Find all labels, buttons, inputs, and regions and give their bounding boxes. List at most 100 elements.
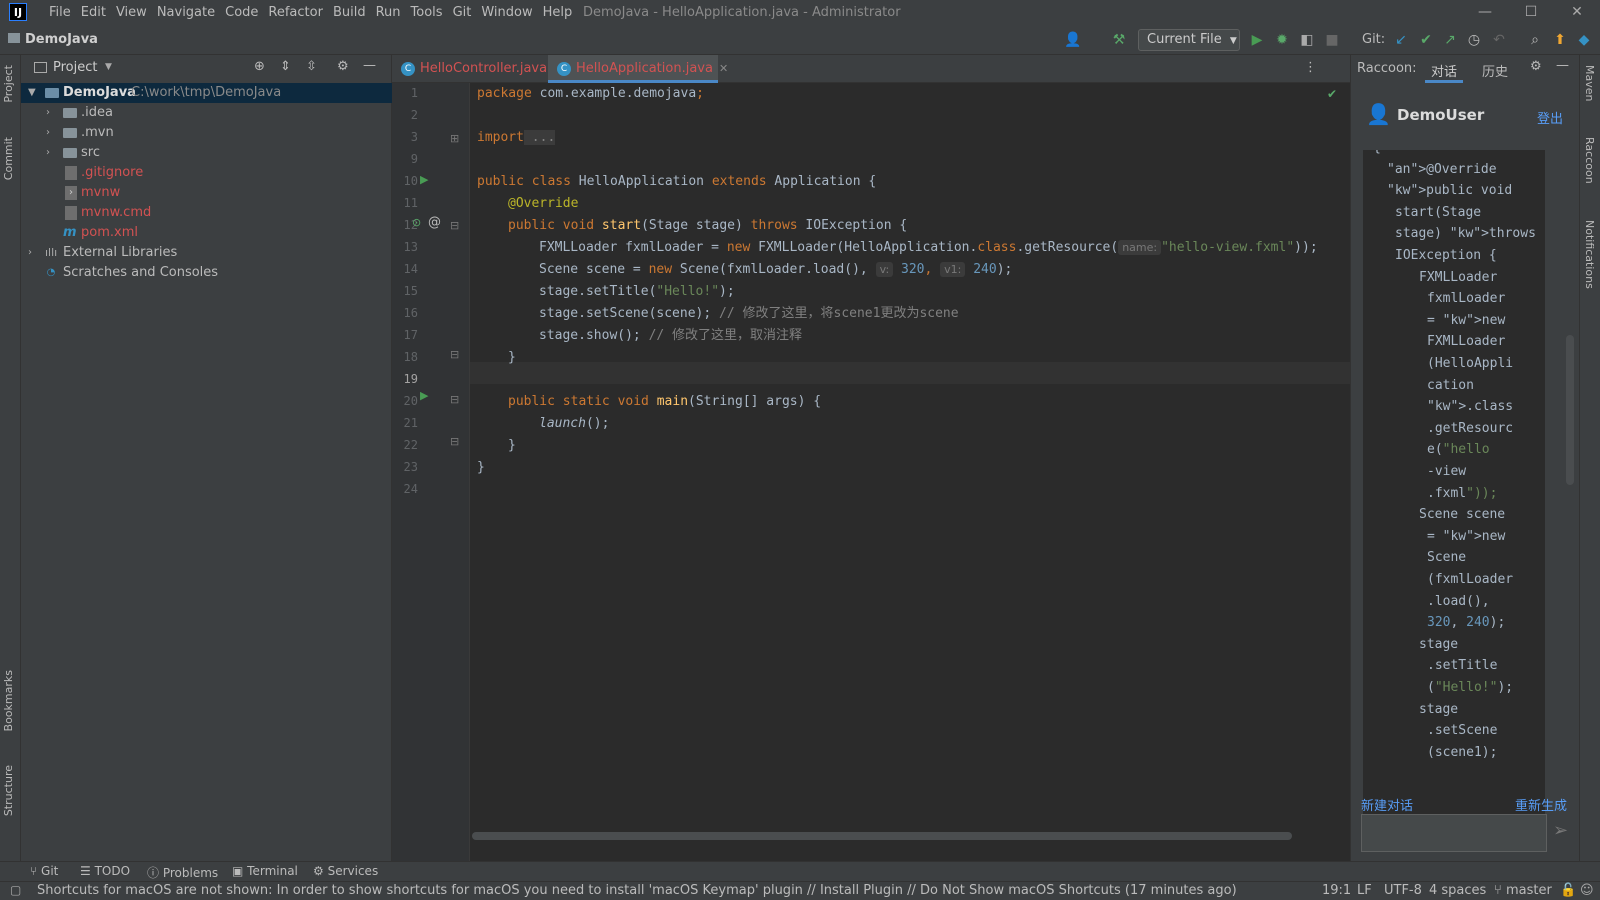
git-commit-check-icon[interactable]: ✔ <box>1417 31 1435 49</box>
status-message[interactable]: Shortcuts for macOS are not shown: In or… <box>37 883 1237 898</box>
tab-structure[interactable]: Structure <box>2 765 15 816</box>
more-tabs-icon[interactable]: ⋮ <box>1304 60 1317 75</box>
tree-item-external-libraries[interactable]: › ıllı External Libraries <box>21 243 392 263</box>
tab-notifications[interactable]: Notifications <box>1583 220 1596 289</box>
lock-icon[interactable]: 🔓 <box>1560 883 1576 898</box>
tree-item-scratches[interactable]: ◔ Scratches and Consoles <box>21 263 392 283</box>
line-separator[interactable]: LF <box>1357 883 1372 898</box>
build-hammer-icon[interactable]: ⚒ <box>1110 31 1128 49</box>
update-available-icon[interactable]: ⬆ <box>1551 31 1569 49</box>
tree-item-mvnw-cmd[interactable]: mvnw.cmd <box>21 203 392 223</box>
hide-panel-icon[interactable]: — <box>1556 58 1569 73</box>
tab-project[interactable]: Project <box>2 65 15 103</box>
menu-help[interactable]: Help <box>538 5 578 20</box>
coverage-icon[interactable]: ◧ <box>1298 31 1316 49</box>
tree-item-mvn[interactable]: › .mvn <box>21 123 392 143</box>
send-icon[interactable]: ➢ <box>1553 820 1568 841</box>
debug-bug-icon[interactable]: ✹ <box>1273 31 1291 49</box>
caret-position[interactable]: 19:1 <box>1322 883 1351 898</box>
run-icon[interactable]: ▶ <box>1248 31 1266 49</box>
fold-icon[interactable]: ⊟ <box>450 219 459 232</box>
menu-build[interactable]: Build <box>328 5 371 20</box>
override-gutter-icon[interactable]: ⊙ <box>412 216 421 229</box>
menu-refactor[interactable]: Refactor <box>263 5 328 20</box>
menu-navigate[interactable]: Navigate <box>152 5 220 20</box>
plugin-icon[interactable]: ◆ <box>1575 31 1593 49</box>
logout-link[interactable]: 登出 <box>1537 108 1563 127</box>
hide-panel-icon[interactable]: — <box>363 58 376 73</box>
chevron-down-icon[interactable]: ▼ <box>28 83 38 103</box>
menu-file[interactable]: File <box>44 5 76 20</box>
project-breadcrumb[interactable]: DemoJava <box>8 32 98 47</box>
status-toggle-icon[interactable]: ▢ <box>10 883 21 897</box>
collapse-all-icon[interactable]: ⇳ <box>306 59 317 74</box>
tool-services-button[interactable]: ⚙ Services <box>313 864 378 878</box>
tab-chat[interactable]: 对话 <box>1425 61 1464 83</box>
menu-window[interactable]: Window <box>476 5 537 20</box>
chevron-right-icon[interactable]: › <box>46 143 56 163</box>
new-chat-link[interactable]: 新建对话 <box>1361 795 1413 814</box>
inspection-ok-check-icon[interactable]: ✔ <box>1327 87 1337 101</box>
run-gutter-icon[interactable]: ▶ <box>420 389 428 402</box>
search-icon[interactable]: ⌕ <box>1526 31 1544 49</box>
user-profile-icon[interactable]: 👤 <box>1064 31 1082 49</box>
locate-file-icon[interactable]: ⊕ <box>254 59 265 74</box>
run-gutter-icon[interactable]: ▶ <box>420 173 428 186</box>
tab-bookmarks[interactable]: Bookmarks <box>2 670 15 731</box>
git-push-icon[interactable]: ↗ <box>1441 31 1459 49</box>
tab-raccoon[interactable]: Raccoon <box>1583 137 1596 184</box>
fold-icon[interactable]: ⊞ <box>450 132 459 145</box>
tab-hello-controller[interactable]: C HelloController.java✕ <box>392 55 562 83</box>
annotation-gutter-icon[interactable]: @ <box>428 215 441 230</box>
fold-icon[interactable]: ⊟ <box>450 393 459 406</box>
chevron-right-icon[interactable]: › <box>28 243 38 263</box>
tab-commit[interactable]: Commit <box>2 137 15 180</box>
inspector-icon[interactable]: ☺ <box>1580 883 1594 898</box>
git-history-clock-icon[interactable]: ◷ <box>1465 31 1483 49</box>
chevron-down-icon[interactable]: ▼ <box>105 62 112 72</box>
tab-hello-application[interactable]: C HelloApplication.java ✕ <box>548 55 728 83</box>
tool-todo-button[interactable]: ☰ TODO <box>80 864 130 878</box>
menu-tools[interactable]: Tools <box>406 5 448 20</box>
expand-all-icon[interactable]: ⇕ <box>280 59 291 74</box>
git-update-icon[interactable]: ↙ <box>1392 31 1410 49</box>
tree-item-src[interactable]: › src <box>21 143 392 163</box>
tree-item-demojava[interactable]: ▼ DemoJava C:\work\tmp\DemoJava <box>21 83 392 103</box>
fold-icon[interactable]: ⊟ <box>450 348 459 361</box>
tree-item-gitignore[interactable]: .gitignore <box>21 163 392 183</box>
tab-history[interactable]: 历史 <box>1476 61 1514 80</box>
gear-icon[interactable]: ⚙ <box>1530 59 1542 74</box>
horizontal-scrollbar[interactable] <box>472 832 1292 840</box>
stop-icon[interactable]: ■ <box>1323 31 1341 49</box>
maximize-button[interactable]: ☐ <box>1508 0 1554 25</box>
tree-item-mvnw[interactable]: › mvnw <box>21 183 392 203</box>
chat-message-area[interactable]: {"an">@Override "kw">public void start(Sta… <box>1363 150 1545 840</box>
git-branch-widget[interactable]: ⑂ master <box>1494 883 1552 898</box>
run-configuration-select[interactable]: Current File ▼ <box>1138 29 1240 51</box>
chat-scrollbar[interactable] <box>1566 335 1574 485</box>
tree-item-pom[interactable]: m pom.xml <box>21 223 392 243</box>
tab-maven[interactable]: Maven <box>1583 65 1596 101</box>
tool-problems-button[interactable]: ⓘ Problems <box>147 864 218 881</box>
menu-view[interactable]: View <box>111 5 152 20</box>
tree-item-idea[interactable]: › .idea <box>21 103 392 123</box>
git-rollback-icon[interactable]: ↶ <box>1490 31 1508 49</box>
chevron-right-icon[interactable]: › <box>46 123 56 143</box>
indent-setting[interactable]: 4 spaces <box>1429 883 1486 898</box>
tool-terminal-button[interactable]: ▣ Terminal <box>232 864 298 878</box>
menu-run[interactable]: Run <box>371 5 406 20</box>
minimize-button[interactable]: — <box>1462 0 1508 25</box>
menu-edit[interactable]: Edit <box>76 5 111 20</box>
close-window-button[interactable]: ✕ <box>1554 0 1600 25</box>
menu-code[interactable]: Code <box>220 5 263 20</box>
tool-git-button[interactable]: ⑂ Git <box>30 864 58 878</box>
fold-icon[interactable]: ⊟ <box>450 435 459 448</box>
folded-imports[interactable]: ... <box>523 130 556 145</box>
regenerate-link[interactable]: 重新生成 <box>1515 795 1567 814</box>
project-view-select[interactable]: Project <box>53 60 97 75</box>
gear-icon[interactable]: ⚙ <box>337 59 349 74</box>
chat-input[interactable] <box>1361 814 1547 852</box>
code-editor[interactable]: 1 2 3 9 10 11 12 13 14 15 16 17 18 19 20… <box>392 83 1350 861</box>
close-icon[interactable]: ✕ <box>719 62 728 75</box>
menu-git[interactable]: Git <box>448 5 477 20</box>
